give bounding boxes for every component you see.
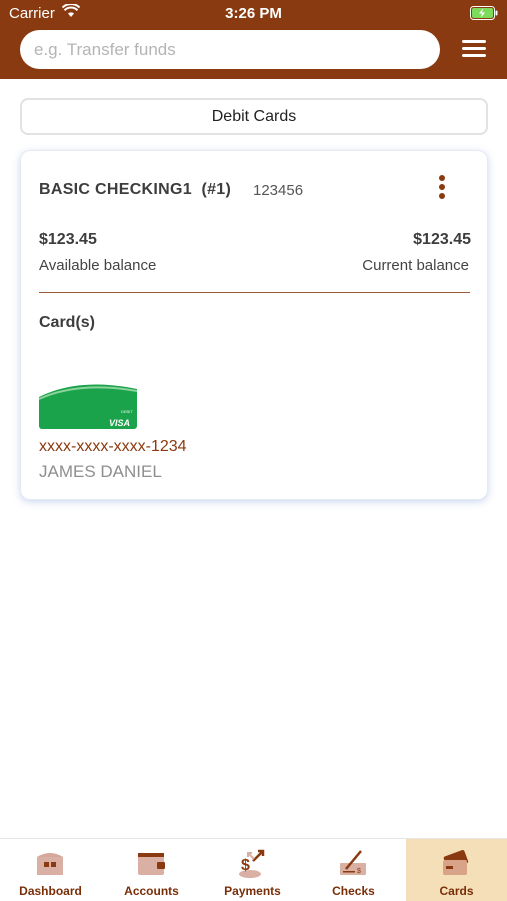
bottom-nav: Dashboard Accounts $ Payments $ Checks C… xyxy=(0,838,507,901)
nav-payments[interactable]: $ Payments xyxy=(202,839,303,901)
wallet-icon xyxy=(138,853,165,875)
card-number: xxxx-xxxx-xxxx-1234 xyxy=(39,438,187,455)
hamburger-menu-icon[interactable] xyxy=(458,36,490,64)
search-input[interactable] xyxy=(20,30,440,69)
status-time: 3:26 PM xyxy=(225,5,282,22)
available-balance-label: Available balance xyxy=(39,257,157,274)
nav-checks[interactable]: $ Checks xyxy=(303,839,404,901)
nav-dashboard-label: Dashboard xyxy=(19,884,82,898)
tab-debit-cards[interactable]: Debit Cards xyxy=(20,98,488,135)
card-holder-name: JAMES DANIEL xyxy=(39,462,162,481)
current-balance-value: $123.45 xyxy=(413,231,471,248)
battery-charging-icon xyxy=(470,6,498,24)
nav-accounts-label: Accounts xyxy=(124,884,179,898)
divider xyxy=(39,292,470,293)
nav-accounts[interactable]: Accounts xyxy=(101,839,202,901)
more-options-icon[interactable] xyxy=(433,173,451,207)
current-balance-label: Current balance xyxy=(362,257,469,274)
svg-text:$: $ xyxy=(241,857,250,874)
account-name-text: BASIC CHECKING1 xyxy=(39,181,192,198)
nav-cards[interactable]: Cards xyxy=(406,839,507,901)
debit-card-image[interactable]: DEBIT VISA xyxy=(39,369,137,429)
account-index: (#1) xyxy=(201,181,232,198)
svg-text:$: $ xyxy=(357,868,361,875)
available-balance-value: $123.45 xyxy=(39,231,97,248)
visa-logo: VISA xyxy=(109,418,130,428)
nav-payments-label: Payments xyxy=(224,884,281,898)
nav-cards-label: Cards xyxy=(439,884,474,898)
card-debit-text: DEBIT xyxy=(121,409,133,414)
account-name: BASIC CHECKING1 (#1) xyxy=(39,181,231,199)
dashboard-icon xyxy=(37,853,63,875)
payments-icon: $ xyxy=(239,849,265,878)
account-card: BASIC CHECKING1 (#1) 123456 $123.45 Avai… xyxy=(20,150,488,500)
account-number: 123456 xyxy=(253,182,304,199)
app-header: Carrier 3:26 PM xyxy=(0,0,507,79)
cards-icon xyxy=(443,850,469,875)
status-bar: Carrier 3:26 PM xyxy=(0,0,507,28)
nav-dashboard[interactable]: Dashboard xyxy=(0,839,101,901)
cards-heading: Card(s) xyxy=(39,314,96,331)
nav-checks-label: Checks xyxy=(332,884,375,898)
check-deposit-icon: $ xyxy=(340,850,366,875)
